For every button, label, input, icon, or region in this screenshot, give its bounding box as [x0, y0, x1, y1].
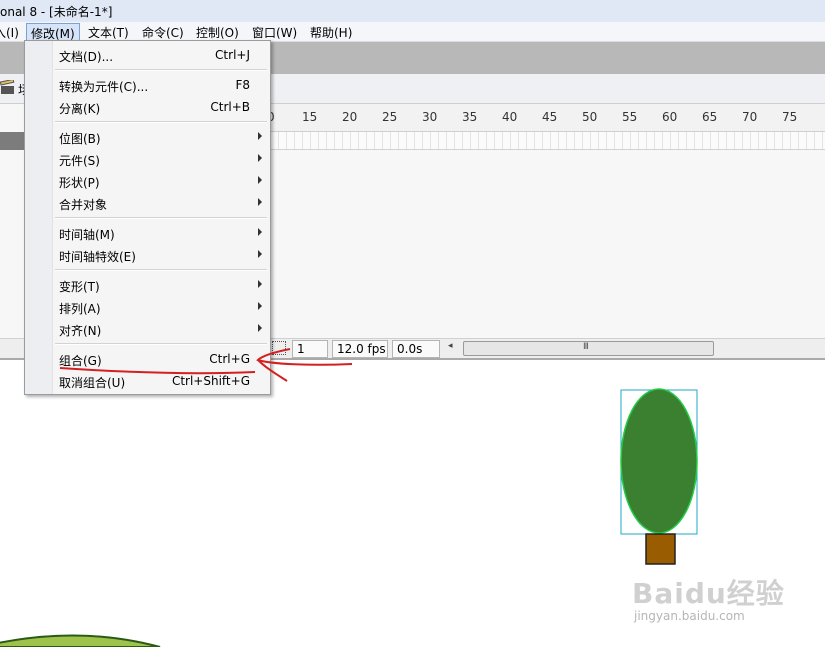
submenu-arrow-icon	[258, 250, 262, 258]
menu-separator	[55, 269, 267, 271]
menu-item-group[interactable]: 组合(G) Ctrl+G	[25, 348, 270, 370]
ruler-tick-label: 50	[582, 110, 598, 124]
menu-item-ungroup[interactable]: 取消组合(U) Ctrl+Shift+G	[25, 370, 270, 392]
menu-insert[interactable]: 入(I)	[0, 23, 23, 41]
ruler-tick-label: 25	[382, 110, 398, 124]
ruler-tick-label: 45	[542, 110, 558, 124]
menu-separator	[55, 343, 267, 345]
menu-text[interactable]: 文本(T)	[84, 23, 133, 41]
scroll-left-arrow-icon[interactable]: ◂	[448, 341, 453, 351]
ruler-tick-label: 20	[342, 110, 358, 124]
menu-separator	[55, 121, 267, 123]
menu-item-label: 转换为元件(C)...	[59, 80, 149, 94]
menu-separator	[55, 217, 267, 219]
menu-item-label: 组合(G)	[59, 354, 102, 368]
submenu-arrow-icon	[258, 154, 262, 162]
submenu-arrow-icon	[258, 280, 262, 288]
menu-item-shortcut: F8	[235, 78, 250, 92]
timeline-ruler[interactable]: 0 15 20 25 30 35 40 45 50 55 60 65 70 75	[262, 104, 825, 132]
submenu-arrow-icon	[258, 228, 262, 236]
ruler-tick-label: 70	[742, 110, 758, 124]
tree-trunk-shape[interactable]	[645, 533, 676, 565]
current-frame-field: 1	[292, 340, 328, 358]
menu-window[interactable]: 窗口(W)	[248, 23, 301, 41]
menu-item-label: 时间轴特效(E)	[59, 250, 136, 264]
ruler-tick-label: 30	[422, 110, 438, 124]
watermark-url: jingyan.baidu.com	[634, 609, 745, 623]
ruler-tick-label: 15	[302, 110, 318, 124]
menu-item-label: 形状(P)	[59, 176, 100, 190]
ruler-tick-label: 60	[662, 110, 678, 124]
menu-item-label: 文档(D)...	[59, 50, 114, 64]
menu-item-shape[interactable]: 形状(P)	[25, 170, 270, 192]
center-frame-icon[interactable]	[272, 341, 286, 355]
menu-control[interactable]: 控制(O)	[192, 23, 243, 41]
title-bar	[0, 0, 825, 22]
menu-item-shortcut: Ctrl+J	[215, 48, 250, 62]
submenu-arrow-icon	[258, 176, 262, 184]
tree-crown-shape[interactable]	[620, 388, 698, 534]
menu-item-label: 变形(T)	[59, 280, 100, 294]
scroll-thumb[interactable]	[463, 341, 714, 356]
menu-item-label: 位图(B)	[59, 132, 101, 146]
ground-shape[interactable]	[0, 634, 161, 647]
menu-item-transform[interactable]: 变形(T)	[25, 274, 270, 296]
submenu-arrow-icon	[258, 198, 262, 206]
menu-bar: 入(I) 修改(M) 文本(T) 命令(C) 控制(O) 窗口(W) 帮助(H)	[0, 22, 825, 42]
menu-item-label: 元件(S)	[59, 154, 100, 168]
menu-item-shortcut: Ctrl+G	[209, 352, 250, 366]
menu-item-document[interactable]: 文档(D)... Ctrl+J	[25, 44, 270, 66]
menu-commands[interactable]: 命令(C)	[138, 23, 188, 41]
submenu-arrow-icon	[258, 132, 262, 140]
timeline-frame-grid[interactable]	[262, 132, 825, 150]
submenu-arrow-icon	[258, 302, 262, 310]
menu-item-break-apart[interactable]: 分离(K) Ctrl+B	[25, 96, 270, 118]
ruler-tick-label: 40	[502, 110, 518, 124]
menu-help[interactable]: 帮助(H)	[306, 23, 356, 41]
ruler-tick-label: 55	[622, 110, 638, 124]
menu-item-label: 时间轴(M)	[59, 228, 115, 242]
ruler-tick-label: 75	[782, 110, 798, 124]
menu-item-shortcut: Ctrl+Shift+G	[171, 374, 250, 388]
menu-item-bitmap[interactable]: 位图(B)	[25, 126, 270, 148]
menu-item-arrange[interactable]: 排列(A)	[25, 296, 270, 318]
menu-separator	[55, 69, 267, 71]
window-title: onal 8 - [未命名-1*]	[0, 5, 113, 19]
menu-item-label: 分离(K)	[59, 102, 101, 116]
ruler-tick-label: 65	[702, 110, 718, 124]
menu-item-timeline[interactable]: 时间轴(M)	[25, 222, 270, 244]
menu-item-align[interactable]: 对齐(N)	[25, 318, 270, 340]
menu-item-label: 对齐(N)	[59, 324, 102, 338]
menu-item-shortcut: Ctrl+B	[210, 100, 250, 114]
menu-item-label: 排列(A)	[59, 302, 101, 316]
submenu-arrow-icon	[258, 324, 262, 332]
scroll-grip: III	[583, 342, 589, 352]
elapsed-time-field: 0.0s	[392, 340, 440, 358]
menu-item-timeline-effects[interactable]: 时间轴特效(E)	[25, 244, 270, 266]
menu-item-symbol[interactable]: 元件(S)	[25, 148, 270, 170]
menu-item-combine-objects[interactable]: 合并对象	[25, 192, 270, 214]
scene-clapper-icon[interactable]	[0, 80, 16, 96]
frame-rate-field[interactable]: 12.0 fps	[332, 340, 388, 358]
menu-item-convert-to-symbol[interactable]: 转换为元件(C)... F8	[25, 74, 270, 96]
menu-item-label: 取消组合(U)	[59, 376, 126, 390]
baidu-watermark: Baidu经验	[632, 577, 785, 610]
menu-item-label: 合并对象	[59, 198, 108, 212]
ruler-tick-label: 35	[462, 110, 478, 124]
menu-modify[interactable]: 修改(M)	[26, 23, 80, 41]
